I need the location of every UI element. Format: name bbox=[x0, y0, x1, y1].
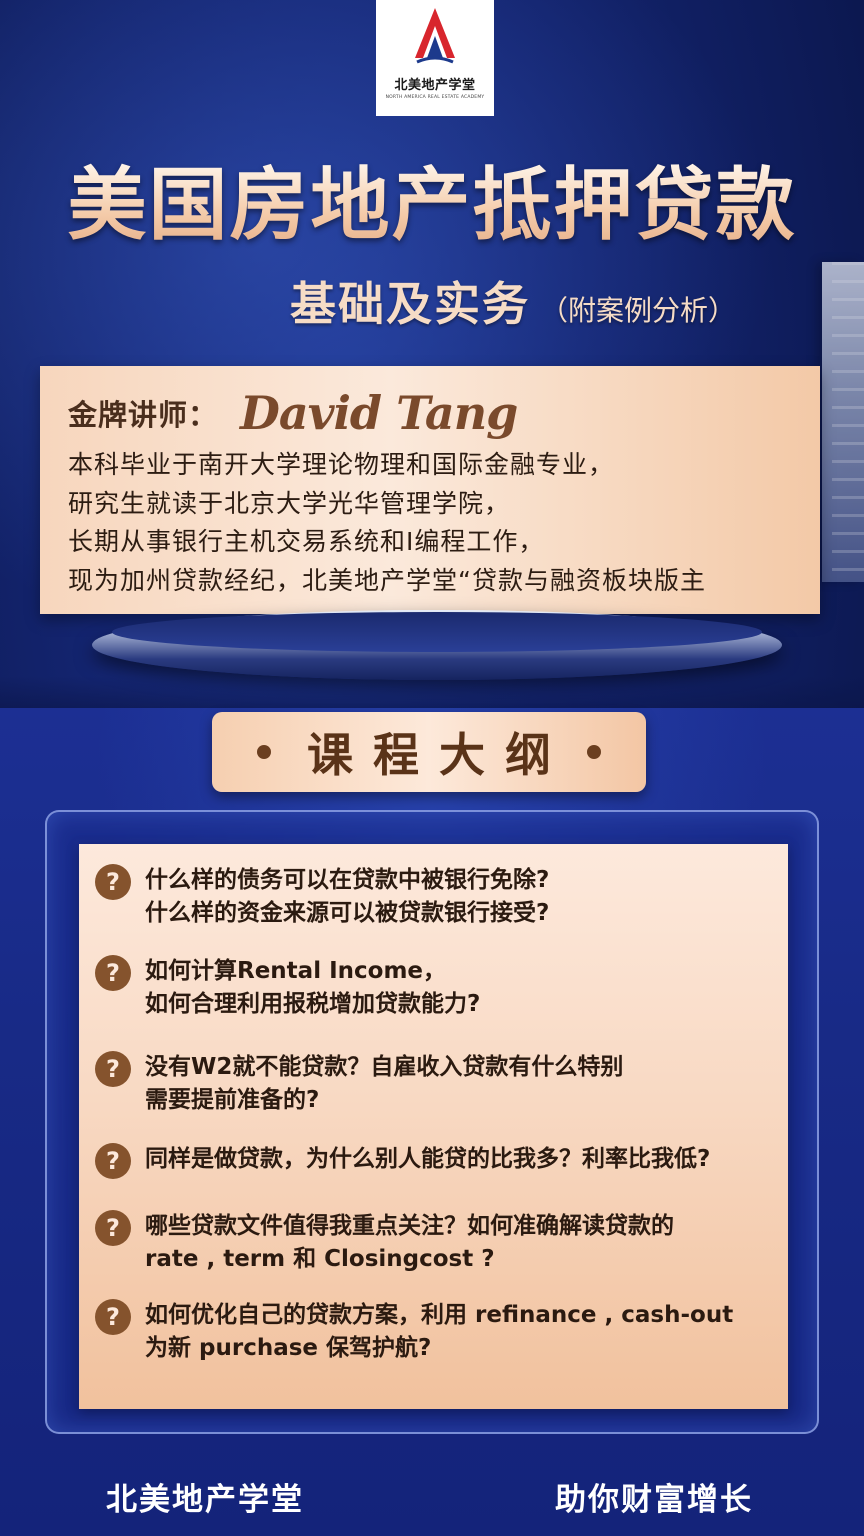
instructor-card: 金牌讲师： David Tang 本科毕业于南开大学理论物理和国际金融专业， 研… bbox=[40, 366, 820, 614]
red-triangle-logo-icon bbox=[415, 8, 455, 64]
outline-card: ? 什么样的债务可以在贷款中被银行免除? 什么样的资金来源可以被贷款银行接受? … bbox=[79, 844, 788, 1409]
instructor-heading: 金牌讲师： David Tang bbox=[68, 386, 518, 440]
question-circle-icon: ? bbox=[95, 1051, 131, 1087]
question-line: 如何优化自己的贷款方案，利用 refinance , cash-out bbox=[145, 1302, 734, 1328]
outline-title-badge: 课程大纲 bbox=[212, 712, 646, 792]
question-line: 没有W2就不能贷款？自雇收入贷款有什么特别 bbox=[145, 1054, 624, 1080]
dot-icon bbox=[257, 745, 271, 759]
question-circle-icon: ? bbox=[95, 955, 131, 991]
subtitle-row: 基础及实务 （附案例分析） bbox=[290, 268, 850, 331]
question-line: 什么样的资金来源可以被贷款银行接受? bbox=[145, 900, 550, 926]
outline-question: ? 没有W2就不能贷款？自雇收入贷款有什么特别 需要提前准备的? bbox=[95, 1051, 623, 1117]
question-line: 同样是做贷款，为什么别人能贷的比我多？利率比我低? bbox=[145, 1146, 711, 1172]
question-line: 为新 purchase 保驾护航? bbox=[145, 1335, 432, 1361]
bio-line: 本科毕业于南开大学理论物理和国际金融专业， bbox=[68, 450, 615, 479]
question-line: rate , term 和 Closingcost ? bbox=[145, 1246, 495, 1272]
question-line: 哪些贷款文件值得我重点关注？如何准确解读贷款的 bbox=[145, 1213, 674, 1239]
instructor-bio: 本科毕业于南开大学理论物理和国际金融专业， 研究生就读于北京大学光华管理学院， … bbox=[68, 446, 706, 600]
logo-name: 北美地产学堂 bbox=[394, 78, 476, 93]
outline-question: ? 什么样的债务可以在贷款中被银行免除? 什么样的资金来源可以被贷款银行接受? bbox=[95, 864, 549, 930]
page-title: 美国房地产抵押贷款 bbox=[0, 160, 864, 250]
question-line: 如何合理利用报税增加贷款能力? bbox=[145, 991, 481, 1017]
logo-subtitle: NORTH AMERICA REAL ESTATE ACADEMY bbox=[385, 95, 485, 100]
outline-question: ? 如何计算Rental Income， 如何合理利用报税增加贷款能力? bbox=[95, 955, 480, 1021]
outline-question: ? 哪些贷款文件值得我重点关注？如何准确解读贷款的 rate , term 和 … bbox=[95, 1210, 674, 1276]
question-circle-icon: ? bbox=[95, 1143, 131, 1179]
instructor-name: David Tang bbox=[240, 386, 518, 440]
instructor-role: 金牌讲师： bbox=[68, 398, 219, 432]
stage-podium-top bbox=[112, 612, 762, 652]
bio-line: 研究生就读于北京大学光华管理学院， bbox=[68, 488, 511, 518]
outline-question: ? 如何优化自己的贷款方案，利用 refinance , cash-out 为新… bbox=[95, 1299, 733, 1365]
footer-brand: 北美地产学堂 bbox=[106, 1482, 304, 1518]
question-circle-icon: ? bbox=[95, 864, 131, 900]
question-line: 需要提前准备的? bbox=[145, 1087, 320, 1113]
dot-icon bbox=[587, 745, 601, 759]
stage-shadow bbox=[0, 676, 864, 712]
question-circle-icon: ? bbox=[95, 1299, 131, 1335]
question-line: 什么样的债务可以在贷款中被银行免除? bbox=[145, 867, 550, 893]
footer-slogan: 助你财富增长 bbox=[555, 1482, 753, 1518]
bio-line: 长期从事银行主机交易系统和I编程工作， bbox=[68, 527, 545, 556]
outline-question: ? 同样是做贷款，为什么别人能贷的比我多？利率比我低? bbox=[95, 1143, 710, 1179]
page-subtitle: 基础及实务 bbox=[290, 277, 530, 331]
academy-logo: 北美地产学堂 NORTH AMERICA REAL ESTATE ACADEMY bbox=[376, 0, 494, 116]
outline-title: 课程大纲 bbox=[307, 728, 571, 782]
subtitle-note: （附案例分析） bbox=[540, 294, 737, 327]
question-circle-icon: ? bbox=[95, 1210, 131, 1246]
question-line: 如何计算Rental Income， bbox=[145, 958, 447, 984]
bio-line: 现为加州贷款经纪，北美地产学堂“贷款与融资板块版主 bbox=[68, 565, 706, 595]
